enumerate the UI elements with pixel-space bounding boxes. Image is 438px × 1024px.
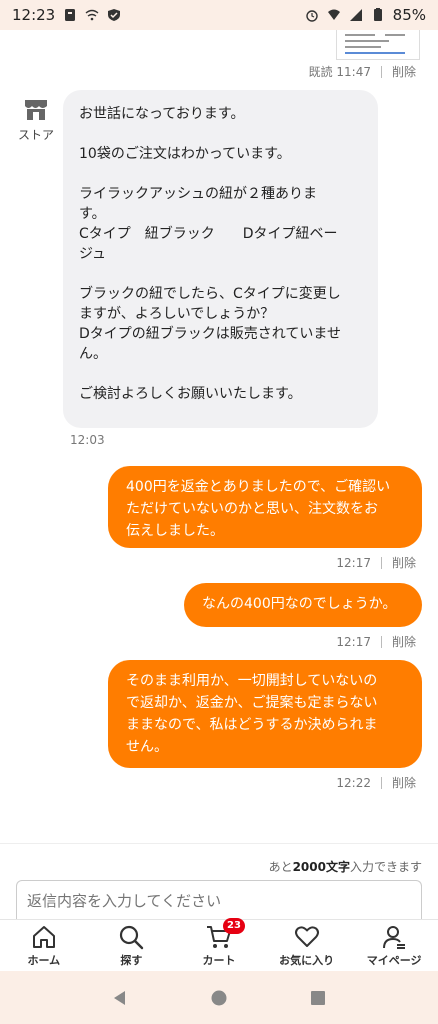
nav-search[interactable]: 探す [91,924,171,968]
recents-icon[interactable] [309,989,327,1007]
back-icon[interactable] [111,989,129,1007]
shield-icon [108,9,121,21]
nav-mypage[interactable]: マイページ [354,924,434,968]
outgoing-message-meta: 12:17 削除 [336,554,416,571]
read-status: 既読 11:47 [308,65,371,79]
status-left: 12:23 [12,6,121,24]
home-icon [32,925,55,948]
outgoing-message-meta: 12:17 削除 [336,633,416,650]
battery-icon [373,8,382,21]
outgoing-message-bubble: そのまま利用か、一切開封していないの で返却か、返金か、ご提案も定まらない まま… [108,660,422,768]
delete-link[interactable]: 削除 [392,63,416,80]
delete-link[interactable]: 削除 [392,554,416,571]
alarm-icon [305,10,318,22]
store-label: ストア [17,128,54,142]
outgoing-message-time: 12:17 [336,555,371,570]
notification-icon [65,9,76,21]
status-right: 85% [305,6,426,24]
status-bar: 12:23 85% [0,0,438,30]
store-avatar[interactable]: ストア [14,98,58,144]
attachment-meta: 既読 11:47 削除 [309,63,416,80]
delete-link[interactable]: 削除 [392,774,416,791]
signal-icon [349,9,362,21]
incoming-message-time: 12:03 [70,433,105,447]
char-count: あと2000文字入力できます [268,860,422,874]
heart-icon [294,925,319,947]
outgoing-message-bubble: 400円を返金とありましたので、ご確認い ただけていないのかと思い、注文数をお … [108,466,422,548]
attachment-thumbnail[interactable] [336,30,420,60]
nav-home[interactable]: ホーム [4,924,84,968]
delete-link[interactable]: 削除 [392,633,416,650]
outgoing-message-meta: 12:22 削除 [336,774,416,791]
battery-level: 85% [392,6,426,24]
store-icon [25,100,47,120]
wifi-icon [327,9,340,20]
bottom-nav: ホーム 探す 23 カート お気に入り マイページ [0,917,438,971]
incoming-message-bubble: お世話になっております。 10袋のご注文はわかっています。 ライラックアッシュの… [63,90,378,428]
system-nav-bar [0,971,438,1024]
reply-area: あと2000文字入力できます [0,843,438,920]
nav-cart[interactable]: 23 カート [179,917,259,968]
reply-input[interactable] [16,880,422,920]
search-icon [120,925,144,949]
wifi-off-icon [85,9,99,21]
outgoing-message-time: 12:17 [336,634,371,649]
outgoing-message-time: 12:22 [336,775,371,790]
nav-favorites[interactable]: お気に入り [267,924,347,968]
cart-badge: 23 [222,917,245,934]
outgoing-message-bubble: なんの400円なのでしょうか。 [184,583,422,627]
status-time: 12:23 [12,6,56,24]
home-circle-icon[interactable] [210,989,228,1007]
user-icon [383,925,406,949]
